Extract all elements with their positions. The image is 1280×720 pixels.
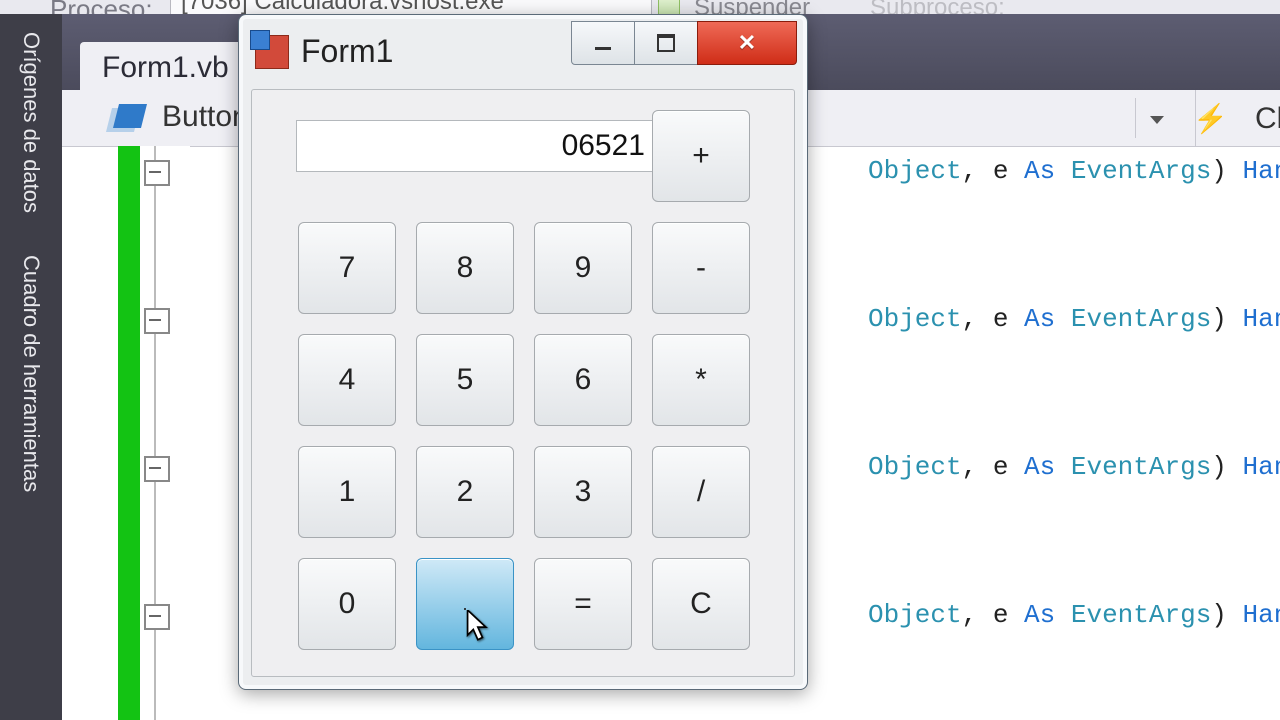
minus-button[interactable]: - [652,222,750,314]
equals-button[interactable]: = [534,558,632,650]
calculator-window: Form1 ✕ 06521 + 7 8 9 - 4 5 6 * 1 2 3 / … [238,14,808,690]
side-panel: Orígenes de datos Cuadro de herramientas [0,14,62,720]
calculator-client: 06521 + 7 8 9 - 4 5 6 * 1 2 3 / 0 . = C [251,89,795,677]
clear-button[interactable]: C [652,558,750,650]
fold-toggle[interactable] [144,308,170,334]
zero-button[interactable]: 0 [298,558,396,650]
minimize-button[interactable] [571,21,635,65]
two-button[interactable]: 2 [416,446,514,538]
outline-gutter [140,146,190,720]
code-text[interactable]: Object, e As EventArgs) Handl Object, e … [868,146,1280,720]
one-button[interactable]: 1 [298,446,396,538]
eight-button[interactable]: 8 [416,222,514,314]
fold-toggle[interactable] [144,604,170,630]
lightning-icon: ⚡ [1193,102,1228,135]
three-button[interactable]: 3 [534,446,632,538]
event-selector[interactable]: ⚡ Cli [1195,90,1280,146]
tab-cuadro-herramientas[interactable]: Cuadro de herramientas [18,237,44,492]
decimal-button[interactable]: . [416,558,514,650]
fold-toggle[interactable] [144,160,170,186]
member-dropdown-icon[interactable] [1135,98,1176,138]
event-label: Cli [1255,102,1280,136]
app-icon [255,35,289,69]
tab-origenes-datos[interactable]: Orígenes de datos [18,14,44,213]
close-button[interactable]: ✕ [697,21,797,65]
nine-button[interactable]: 9 [534,222,632,314]
six-button[interactable]: 6 [534,334,632,426]
maximize-button[interactable] [634,21,698,65]
member-selector[interactable]: Button [162,100,249,134]
seven-button[interactable]: 7 [298,222,396,314]
calculator-display[interactable]: 06521 [296,120,656,172]
five-button[interactable]: 5 [416,334,514,426]
process-selector[interactable]: [7036] Calculadora.vshost.exe [170,0,652,15]
change-gutter [118,146,140,720]
file-tab-form1[interactable]: Form1.vb [80,42,251,94]
close-icon: ✕ [738,30,756,56]
fold-toggle[interactable] [144,456,170,482]
window-titlebar[interactable]: Form1 ✕ [245,21,801,85]
debug-toolbar: Proceso: [7036] Calculadora.vshost.exe S… [0,0,1280,15]
window-title: Form1 [301,33,393,70]
plus-button[interactable]: + [652,110,750,202]
class-icon [113,104,147,128]
four-button[interactable]: 4 [298,334,396,426]
multiply-button[interactable]: * [652,334,750,426]
divide-button[interactable]: / [652,446,750,538]
